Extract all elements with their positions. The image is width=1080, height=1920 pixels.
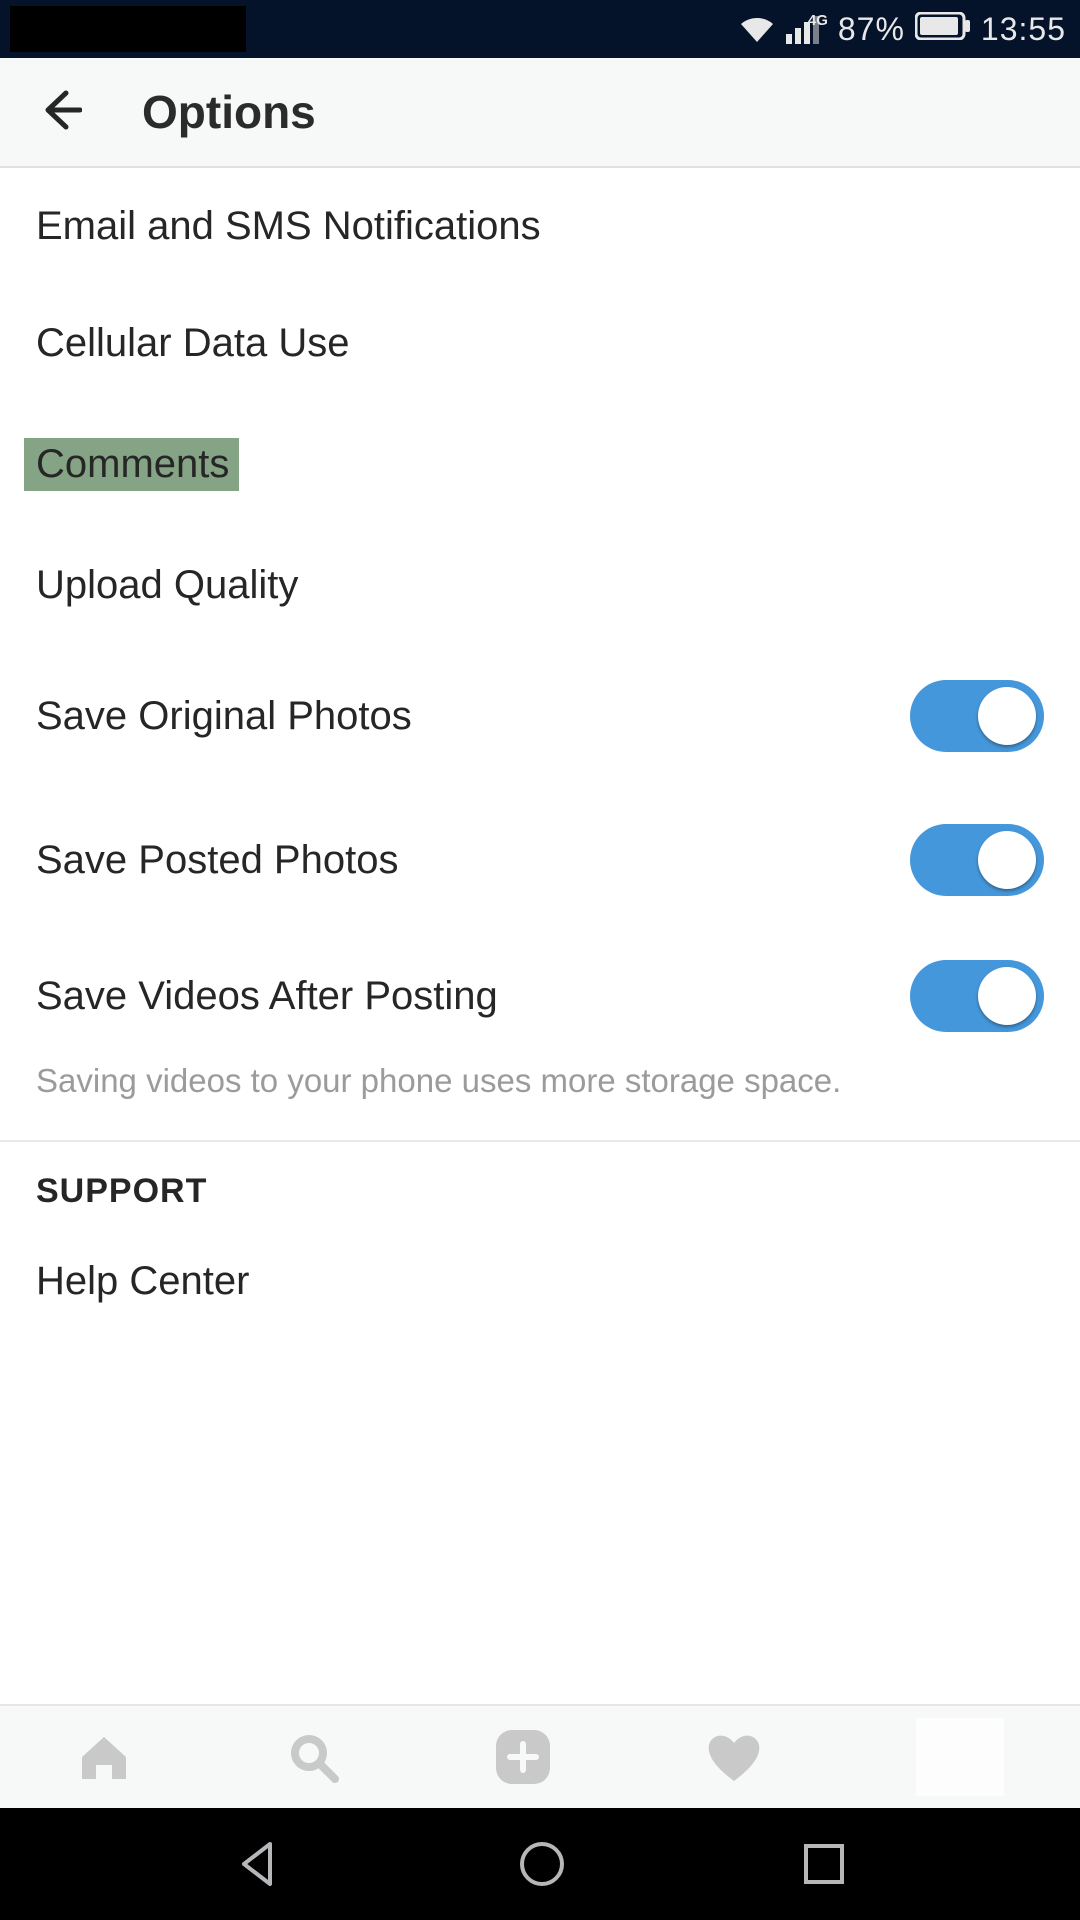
save-videos-hint: Saving videos to your phone uses more st… [0,1060,1080,1134]
option-label: Save Posted Photos [36,838,398,883]
option-label: Help Center [36,1259,249,1304]
option-label: Email and SMS Notifications [36,204,541,249]
tab-search-icon[interactable] [285,1729,341,1785]
battery-percentage: 87% [838,11,905,48]
tab-home-icon[interactable] [76,1729,132,1785]
header-bar: Options [0,58,1080,168]
section-title-support: SUPPORT [0,1142,1080,1223]
android-home-icon[interactable] [516,1838,568,1890]
tab-profile-placeholder[interactable] [916,1718,1004,1796]
clock-time: 13:55 [981,11,1066,48]
tab-add-post-icon[interactable] [494,1728,552,1786]
option-cellular-data-use[interactable]: Cellular Data Use [0,285,1080,402]
option-comments[interactable]: Comments [0,402,1080,527]
back-button[interactable] [36,87,82,138]
toggle-save-original-photos[interactable] [910,680,1044,752]
option-help-center[interactable]: Help Center [0,1223,1080,1340]
status-bar: 4G 87% 13:55 [0,0,1080,58]
option-label: Save Videos After Posting [36,974,498,1019]
wifi-icon [738,14,776,44]
option-label: Save Original Photos [36,694,412,739]
cellular-signal-icon: 4G [786,14,828,44]
status-left-black-box [10,6,246,52]
android-back-icon[interactable] [232,1838,284,1890]
page-title: Options [142,85,316,139]
android-recent-apps-icon[interactable] [800,1840,848,1888]
option-email-sms-notifications[interactable]: Email and SMS Notifications [0,168,1080,285]
status-indicators: 4G 87% 13:55 [738,11,1066,48]
tab-activity-heart-icon[interactable] [705,1731,763,1783]
option-label: Cellular Data Use [36,321,349,366]
option-label-highlighted: Comments [24,438,239,491]
toggle-save-videos-after-posting[interactable] [910,960,1044,1032]
android-nav-bar [0,1808,1080,1920]
toggle-save-posted-photos[interactable] [910,824,1044,896]
battery-icon [915,11,971,48]
option-save-posted-photos[interactable]: Save Posted Photos [0,788,1080,932]
option-save-original-photos[interactable]: Save Original Photos [0,644,1080,788]
option-label: Upload Quality [36,563,298,608]
option-save-videos-after-posting[interactable]: Save Videos After Posting [0,932,1080,1060]
app-tab-bar [0,1704,1080,1808]
cellular-network-label: 4G [808,12,828,29]
option-upload-quality[interactable]: Upload Quality [0,527,1080,644]
options-list: Email and SMS Notifications Cellular Dat… [0,168,1080,1340]
